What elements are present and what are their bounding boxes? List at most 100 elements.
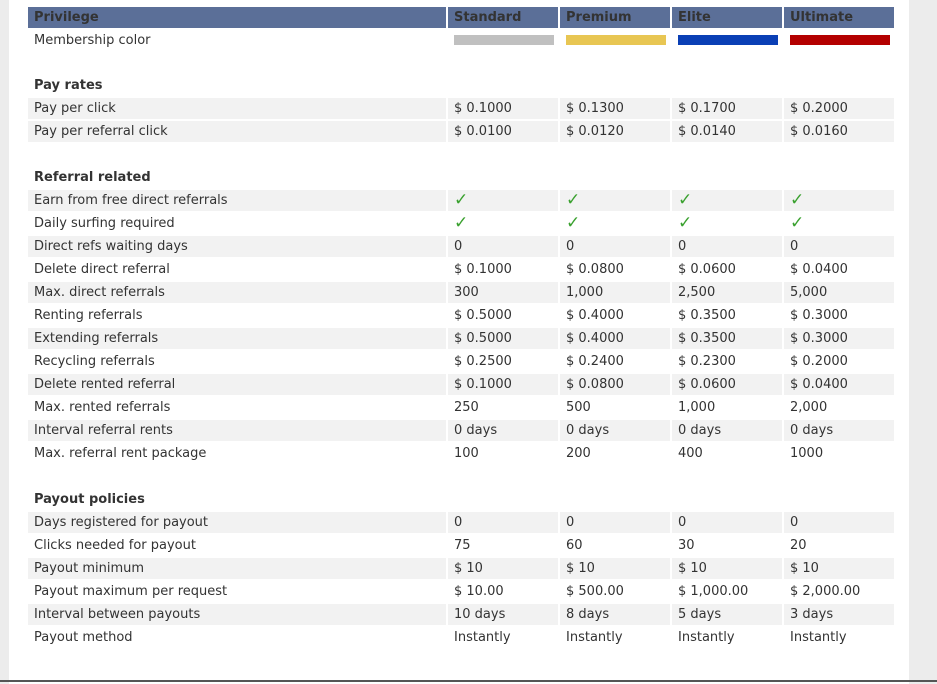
table-row-waiting: Direct refs waiting days 0 0 0 0 [28, 236, 894, 259]
standard-value: $ 10.00 [446, 581, 558, 604]
elite-value: 2,500 [670, 282, 782, 305]
standard-value: $ 10 [446, 558, 558, 581]
table-row-ppc: Pay per click $ 0.1000 $ 0.1300 $ 0.1700 $ 0… [28, 98, 894, 121]
table-row-clicks-needed: Clicks needed for payout 75 60 30 20 [28, 535, 894, 558]
standard-value: $ 0.1000 [446, 374, 558, 397]
ultimate-value: $ 0.0400 [782, 259, 894, 282]
ultimate-value: $ 0.2000 [782, 351, 894, 374]
ultimate-value: 5,000 [782, 282, 894, 305]
standard-value: $ 0.2500 [446, 351, 558, 374]
row-label: Max. direct referrals [28, 282, 446, 305]
row-label: Delete direct referral [28, 259, 446, 282]
elite-value: $ 1,000.00 [670, 581, 782, 604]
membership-color-row: Membership color [28, 30, 894, 52]
checkmark-icon: ✓ [566, 213, 581, 233]
elite-value: 0 days [670, 420, 782, 443]
section-title: Referral related [28, 167, 894, 190]
header-standard: Standard [446, 7, 558, 30]
spacer [28, 466, 894, 489]
standard-value: 0 [446, 236, 558, 259]
row-label: Max. referral rent package [28, 443, 446, 466]
elite-value: $ 0.0140 [670, 121, 782, 144]
premium-value: 0 [558, 512, 670, 535]
row-label: Max. rented referrals [28, 397, 446, 420]
table-row-payout-min: Payout minimum $ 10 $ 10 $ 10 $ 10 [28, 558, 894, 581]
standard-value: $ 0.0100 [446, 121, 558, 144]
standard-value: 10 days [446, 604, 558, 627]
premium-cell: ✓ [558, 190, 670, 213]
table-row-recycling: Recycling referrals $ 0.2500 $ 0.2400 $ 0.2… [28, 351, 894, 374]
header-privilege: Privilege [28, 7, 446, 30]
row-label: Interval between payouts [28, 604, 446, 627]
standard-value: 100 [446, 443, 558, 466]
row-label: Direct refs waiting days [28, 236, 446, 259]
table-row-max-rented: Max. rented referrals 250 500 1,000 2,000 [28, 397, 894, 420]
table-row-payout-max: Payout maximum per request $ 10.00 $ 500.0… [28, 581, 894, 604]
checkmark-icon: ✓ [566, 190, 581, 210]
premium-value: $ 0.2400 [558, 351, 670, 374]
section-title: Pay rates [28, 75, 894, 98]
ultimate-value: 3 days [782, 604, 894, 627]
row-label: Extending referrals [28, 328, 446, 351]
premium-value: Instantly [558, 627, 670, 650]
spacer [28, 144, 894, 167]
ultimate-value: $ 10 [782, 558, 894, 581]
premium-value: $ 0.0120 [558, 121, 670, 144]
ultimate-value: 20 [782, 535, 894, 558]
ultimate-value: $ 0.0400 [782, 374, 894, 397]
elite-value: 5 days [670, 604, 782, 627]
premium-value: 0 [558, 236, 670, 259]
row-label: Daily surfing required [28, 213, 446, 236]
spacer [28, 52, 894, 75]
checkmark-icon: ✓ [454, 213, 469, 233]
premium-value: $ 10 [558, 558, 670, 581]
elite-value: $ 0.3500 [670, 305, 782, 328]
header-premium: Premium [558, 7, 670, 30]
premium-value: 60 [558, 535, 670, 558]
table-row-days-reg: Days registered for payout 0 0 0 0 [28, 512, 894, 535]
premium-value: $ 0.0800 [558, 259, 670, 282]
table-row-max-package: Max. referral rent package 100 200 400 1000 [28, 443, 894, 466]
elite-value: 400 [670, 443, 782, 466]
elite-value: $ 0.0600 [670, 374, 782, 397]
elite-cell: ✓ [670, 190, 782, 213]
ultimate-value: $ 0.3000 [782, 305, 894, 328]
standard-value: $ 0.1000 [446, 259, 558, 282]
standard-value: $ 0.1000 [446, 98, 558, 121]
standard-value: 300 [446, 282, 558, 305]
premium-value: $ 0.0800 [558, 374, 670, 397]
elite-value: 1,000 [670, 397, 782, 420]
row-label: Recycling referrals [28, 351, 446, 374]
ultimate-value: $ 0.0160 [782, 121, 894, 144]
elite-value: $ 0.3500 [670, 328, 782, 351]
section-title: Payout policies [28, 489, 894, 512]
ultimate-value: $ 2,000.00 [782, 581, 894, 604]
table-row-interval-rents: Interval referral rents 0 days 0 days 0 day… [28, 420, 894, 443]
ultimate-cell: ✓ [782, 213, 894, 236]
row-label: Pay per referral click [28, 121, 446, 144]
table-row-interval-payouts: Interval between payouts 10 days 8 days 5 d… [28, 604, 894, 627]
premium-color-swatch [566, 35, 666, 45]
table-row-del-rented: Delete rented referral $ 0.1000 $ 0.0800 $ … [28, 374, 894, 397]
row-label: Clicks needed for payout [28, 535, 446, 558]
row-label: Payout minimum [28, 558, 446, 581]
ultimate-value: 0 [782, 236, 894, 259]
ultimate-value: 2,000 [782, 397, 894, 420]
section-payout-policies: Payout policies [28, 489, 894, 512]
premium-value: 200 [558, 443, 670, 466]
table-row-del-direct: Delete direct referral $ 0.1000 $ 0.0800 $ … [28, 259, 894, 282]
ultimate-value: 0 [782, 512, 894, 535]
row-label: Payout maximum per request [28, 581, 446, 604]
row-label: Membership color [28, 30, 446, 52]
premium-value: 0 days [558, 420, 670, 443]
checkmark-icon: ✓ [454, 190, 469, 210]
elite-value: $ 0.2300 [670, 351, 782, 374]
standard-value: 250 [446, 397, 558, 420]
checkmark-icon: ✓ [790, 213, 805, 233]
window-bottom-edge [0, 680, 937, 682]
row-label: Payout method [28, 627, 446, 650]
elite-value: 30 [670, 535, 782, 558]
standard-value: $ 0.5000 [446, 305, 558, 328]
checkmark-icon: ✓ [678, 190, 693, 210]
row-label: Days registered for payout [28, 512, 446, 535]
